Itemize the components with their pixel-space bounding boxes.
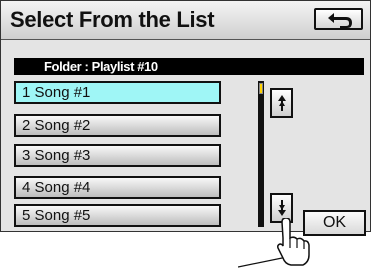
list-item[interactable]: 4 Song #4 (14, 176, 221, 199)
title-bar: Select From the List (1, 1, 370, 40)
list-item[interactable]: 1 Song #1 (14, 81, 221, 104)
page-title: Select From the List (10, 7, 215, 32)
list-item[interactable]: 2 Song #2 (14, 114, 221, 137)
scroll-up-button[interactable] (270, 88, 293, 118)
scrollbar-track[interactable] (258, 81, 264, 227)
back-arrow-icon (328, 13, 352, 28)
scrollbar-thumb[interactable] (259, 83, 263, 94)
list-item[interactable]: 3 Song #3 (14, 144, 221, 167)
folder-label: Folder : Playlist #10 (14, 58, 364, 75)
screen: Select From the List Folder : Playlist #… (0, 0, 371, 236)
list-item[interactable]: 5 Song #5 (14, 204, 221, 227)
pointing-hand-icon (238, 218, 310, 268)
back-button[interactable] (314, 8, 363, 30)
scroll-up-arrow-icon (278, 95, 286, 111)
scroll-down-arrow-icon (278, 200, 286, 216)
